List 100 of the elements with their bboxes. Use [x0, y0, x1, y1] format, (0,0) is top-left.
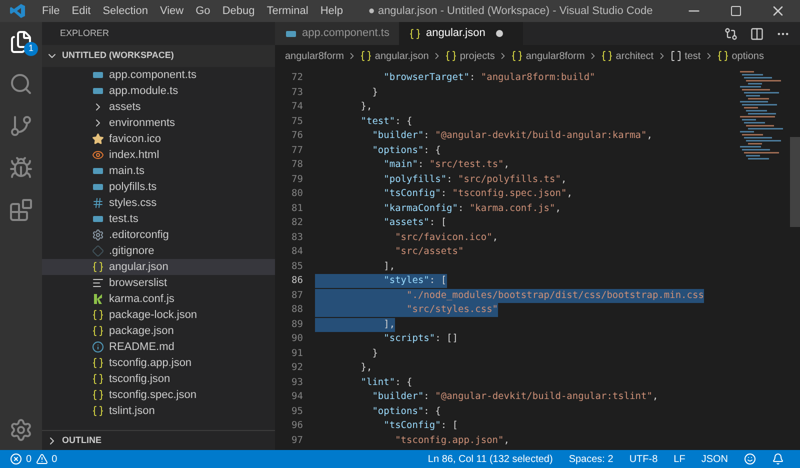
line-number: 91 — [290, 346, 304, 361]
typescript-file-icon — [92, 213, 104, 225]
menu-item[interactable]: Go — [190, 2, 216, 20]
warning-icon — [36, 453, 48, 465]
file-tree-item[interactable]: angular.json — [42, 259, 275, 275]
line-number: 84 — [290, 245, 304, 260]
braces-icon — [92, 325, 104, 337]
code-line: "tsConfig": [ — [382, 419, 458, 434]
editor-tab[interactable]: app.component.ts — [275, 22, 399, 45]
braces-icon — [92, 357, 104, 369]
code-line: "options": { — [371, 404, 441, 419]
gear-icon — [92, 229, 104, 241]
file-tree-item[interactable]: test.ts — [42, 211, 275, 227]
code-line: } — [371, 346, 378, 361]
file-tree-item[interactable]: app.module.ts — [42, 83, 275, 99]
file-tree-item[interactable]: README.md — [42, 339, 275, 355]
menu-item[interactable]: Edit — [66, 2, 97, 20]
file-tree-item[interactable]: main.ts — [42, 163, 275, 179]
file-tree-item[interactable]: favicon.ico — [42, 131, 275, 147]
status-item[interactable]: JSON — [695, 452, 734, 466]
file-tree-item[interactable]: polyfills.ts — [42, 179, 275, 195]
extensions-icon[interactable] — [9, 198, 33, 222]
braces-icon — [92, 405, 104, 417]
compare-icon[interactable] — [724, 26, 738, 40]
braces-icon — [510, 50, 523, 62]
breadcrumb-item[interactable]: angular.json — [374, 48, 429, 64]
braces-icon — [600, 50, 613, 62]
maximize-icon[interactable] — [730, 5, 742, 17]
status-item[interactable]: UTF-8 — [623, 452, 664, 466]
code-line: } — [371, 86, 378, 100]
file-tree-item[interactable]: karma.conf.js — [42, 291, 275, 307]
line-number: 93 — [290, 376, 304, 390]
split-editor-icon[interactable] — [750, 26, 764, 40]
code-line: "assets": [ — [382, 216, 447, 230]
bug-icon[interactable] — [9, 156, 33, 180]
code-line: "builder": "@angular-devkit/build-angular:tslint", — [371, 390, 658, 404]
menu-item[interactable]: Help — [314, 2, 349, 20]
file-tree-item[interactable]: tsconfig.json — [42, 371, 275, 387]
settings-icon[interactable] — [9, 418, 33, 442]
typescript-file-icon — [92, 165, 104, 177]
line-number: 82 — [290, 216, 304, 230]
code-line: "main": "src/test.ts", — [382, 158, 510, 172]
file-tree-item[interactable]: app.component.ts — [42, 67, 275, 83]
error-count[interactable]: 0 — [26, 452, 32, 466]
files-icon[interactable] — [9, 30, 33, 54]
menu-item[interactable]: File — [36, 2, 66, 20]
status-item[interactable]: Ln 86, Col 11 (132 selected) — [422, 452, 559, 466]
file-tree-item[interactable]: browserslist — [42, 275, 275, 291]
window-title: ● angular.json - Untitled (Workspace) - Visual Studio Code — [367, 4, 654, 19]
smiley-icon[interactable] — [744, 453, 756, 465]
code-line: }, — [360, 100, 372, 114]
typescript-file-icon — [92, 69, 104, 81]
workspace-header[interactable]: UNTITLED (WORKSPACE) — [42, 45, 275, 67]
typescript-file-icon — [92, 181, 104, 193]
breadcrumb-item[interactable]: projects — [460, 48, 495, 64]
breadcrumb-item[interactable]: options — [732, 48, 764, 64]
file-tree-item[interactable]: assets — [42, 99, 275, 115]
status-item[interactable]: LF — [668, 452, 692, 466]
file-tree-item[interactable]: tsconfig.spec.json — [42, 387, 275, 403]
hash-icon — [92, 197, 104, 209]
file-tree-item[interactable]: .gitignore — [42, 243, 275, 259]
file-tree-item[interactable]: package-lock.json — [42, 307, 275, 323]
status-item[interactable]: Spaces: 2 — [562, 452, 620, 466]
file-tree-item[interactable]: tslint.json — [42, 403, 275, 419]
menu-item[interactable]: Debug — [216, 2, 261, 20]
braces-icon — [409, 28, 421, 40]
lines-icon — [92, 277, 104, 289]
scrollbar-thumb[interactable] — [790, 137, 800, 227]
warning-count[interactable]: 0 — [52, 452, 58, 466]
file-tree-item[interactable]: environments — [42, 115, 275, 131]
line-number: 94 — [290, 390, 304, 404]
line-number: 87 — [290, 288, 304, 303]
app-logo-icon — [10, 3, 26, 19]
breadcrumb-item[interactable]: angular8form — [285, 48, 344, 64]
source-control-icon[interactable] — [9, 114, 33, 138]
line-number: 95 — [290, 404, 304, 419]
code-line: "lint": { — [360, 376, 412, 390]
line-number: 72 — [290, 71, 304, 86]
line-number: 77 — [290, 144, 304, 158]
menu-item[interactable]: Terminal — [260, 2, 314, 20]
menu-item[interactable]: View — [154, 2, 190, 20]
code-line: "browserTarget": "angular8form:build" — [382, 71, 596, 86]
code-line: "tsconfig.app.json", — [394, 434, 510, 448]
code-line: ], — [382, 260, 396, 274]
breadcrumb-item[interactable]: test — [684, 48, 701, 64]
file-tree-item[interactable]: package.json — [42, 323, 275, 339]
code-line: "tsConfig": "tsconfig.spec.json", — [382, 187, 572, 202]
breadcrumb-item[interactable]: angular8form — [526, 48, 585, 64]
menu-item[interactable]: Selection — [96, 2, 154, 20]
editor-tab[interactable]: angular.json — [399, 22, 523, 45]
typescript-file-icon — [92, 85, 104, 97]
breadcrumb-item[interactable]: architect — [616, 48, 654, 64]
file-tree-item[interactable]: styles.css — [42, 195, 275, 211]
file-tree-item[interactable]: .editorconfig — [42, 227, 275, 243]
file-tree-item[interactable]: tsconfig.app.json — [42, 355, 275, 371]
bell-icon[interactable] — [772, 453, 784, 465]
braces-icon — [92, 261, 104, 273]
search-icon[interactable] — [9, 72, 33, 96]
file-tree-item[interactable]: index.html — [42, 147, 275, 163]
braces-icon — [92, 373, 104, 385]
